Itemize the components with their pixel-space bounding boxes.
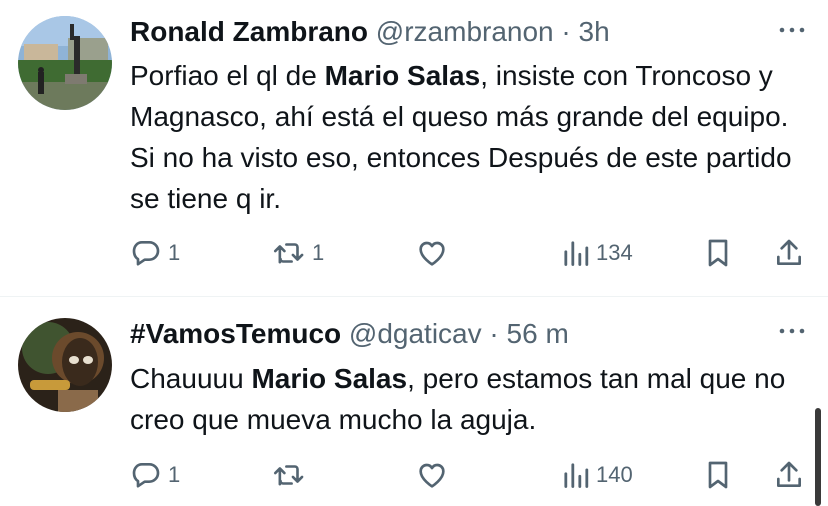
- views-button[interactable]: 140: [562, 455, 633, 495]
- mention-name: Mario Salas: [251, 363, 408, 394]
- bookmark-button[interactable]: [703, 455, 733, 495]
- views-button[interactable]: 134: [562, 233, 633, 273]
- reply-button[interactable]: 1: [130, 233, 180, 273]
- more-icon[interactable]: [776, 319, 808, 343]
- tweet-header: #VamosTemuco @dgaticav · 56 m: [130, 316, 569, 352]
- share-button[interactable]: [773, 233, 805, 273]
- scrollbar[interactable]: [815, 408, 821, 506]
- views-icon: [564, 241, 589, 266]
- heart-icon: [419, 241, 445, 266]
- share-icon: [777, 461, 801, 487]
- share-button[interactable]: [773, 455, 805, 495]
- timestamp[interactable]: 56 m: [507, 318, 569, 349]
- reply-icon: [132, 463, 160, 488]
- bookmark-icon: [708, 461, 728, 489]
- avatar[interactable]: [18, 318, 112, 412]
- avatar-image: [18, 318, 112, 412]
- tweet-header: Ronald Zambrano @rzambranon · 3h: [130, 14, 610, 50]
- separator-dot: ·: [561, 16, 571, 47]
- tweet[interactable]: Ronald Zambrano @rzambranon · 3h Porfiao…: [0, 0, 828, 296]
- like-button[interactable]: [415, 233, 449, 273]
- tweet-text-part: Porfiao el ql de: [130, 60, 325, 91]
- user-handle[interactable]: @rzambranon: [376, 16, 554, 47]
- avatar[interactable]: [18, 16, 112, 110]
- timestamp[interactable]: 3h: [579, 16, 610, 47]
- action-bar: 1 1 134: [0, 233, 828, 273]
- tweet-text: Porfiao el ql de Mario Salas, insiste co…: [130, 55, 820, 219]
- action-bar: 1 140: [0, 455, 828, 495]
- retweet-button[interactable]: [272, 455, 312, 495]
- display-name[interactable]: #VamosTemuco: [130, 318, 341, 349]
- retweet-icon: [273, 243, 304, 264]
- avatar-image: [18, 16, 112, 110]
- views-count: 134: [596, 240, 633, 265]
- reply-button[interactable]: 1: [130, 455, 180, 495]
- separator-dot: ·: [489, 318, 499, 349]
- share-icon: [777, 239, 801, 265]
- user-handle[interactable]: @dgaticav: [349, 318, 482, 349]
- reply-icon: [132, 241, 160, 266]
- bookmark-icon: [708, 239, 728, 267]
- tweet-text-part: Chauuuu: [130, 363, 252, 394]
- tweet-text: Chauuuu Mario Salas, pero estamos tan ma…: [130, 358, 820, 440]
- heart-icon: [419, 463, 445, 488]
- retweet-icon: [273, 465, 304, 486]
- reply-count: 1: [168, 240, 181, 265]
- views-icon: [564, 463, 589, 488]
- reply-count: 1: [168, 462, 181, 487]
- views-count: 140: [596, 462, 633, 487]
- retweet-button[interactable]: 1: [272, 233, 324, 273]
- retweet-count: 1: [312, 240, 325, 265]
- mention-name: Mario Salas: [324, 60, 481, 91]
- display-name[interactable]: Ronald Zambrano: [130, 16, 368, 47]
- like-button[interactable]: [415, 455, 449, 495]
- bookmark-button[interactable]: [703, 233, 733, 273]
- more-icon[interactable]: [776, 18, 808, 42]
